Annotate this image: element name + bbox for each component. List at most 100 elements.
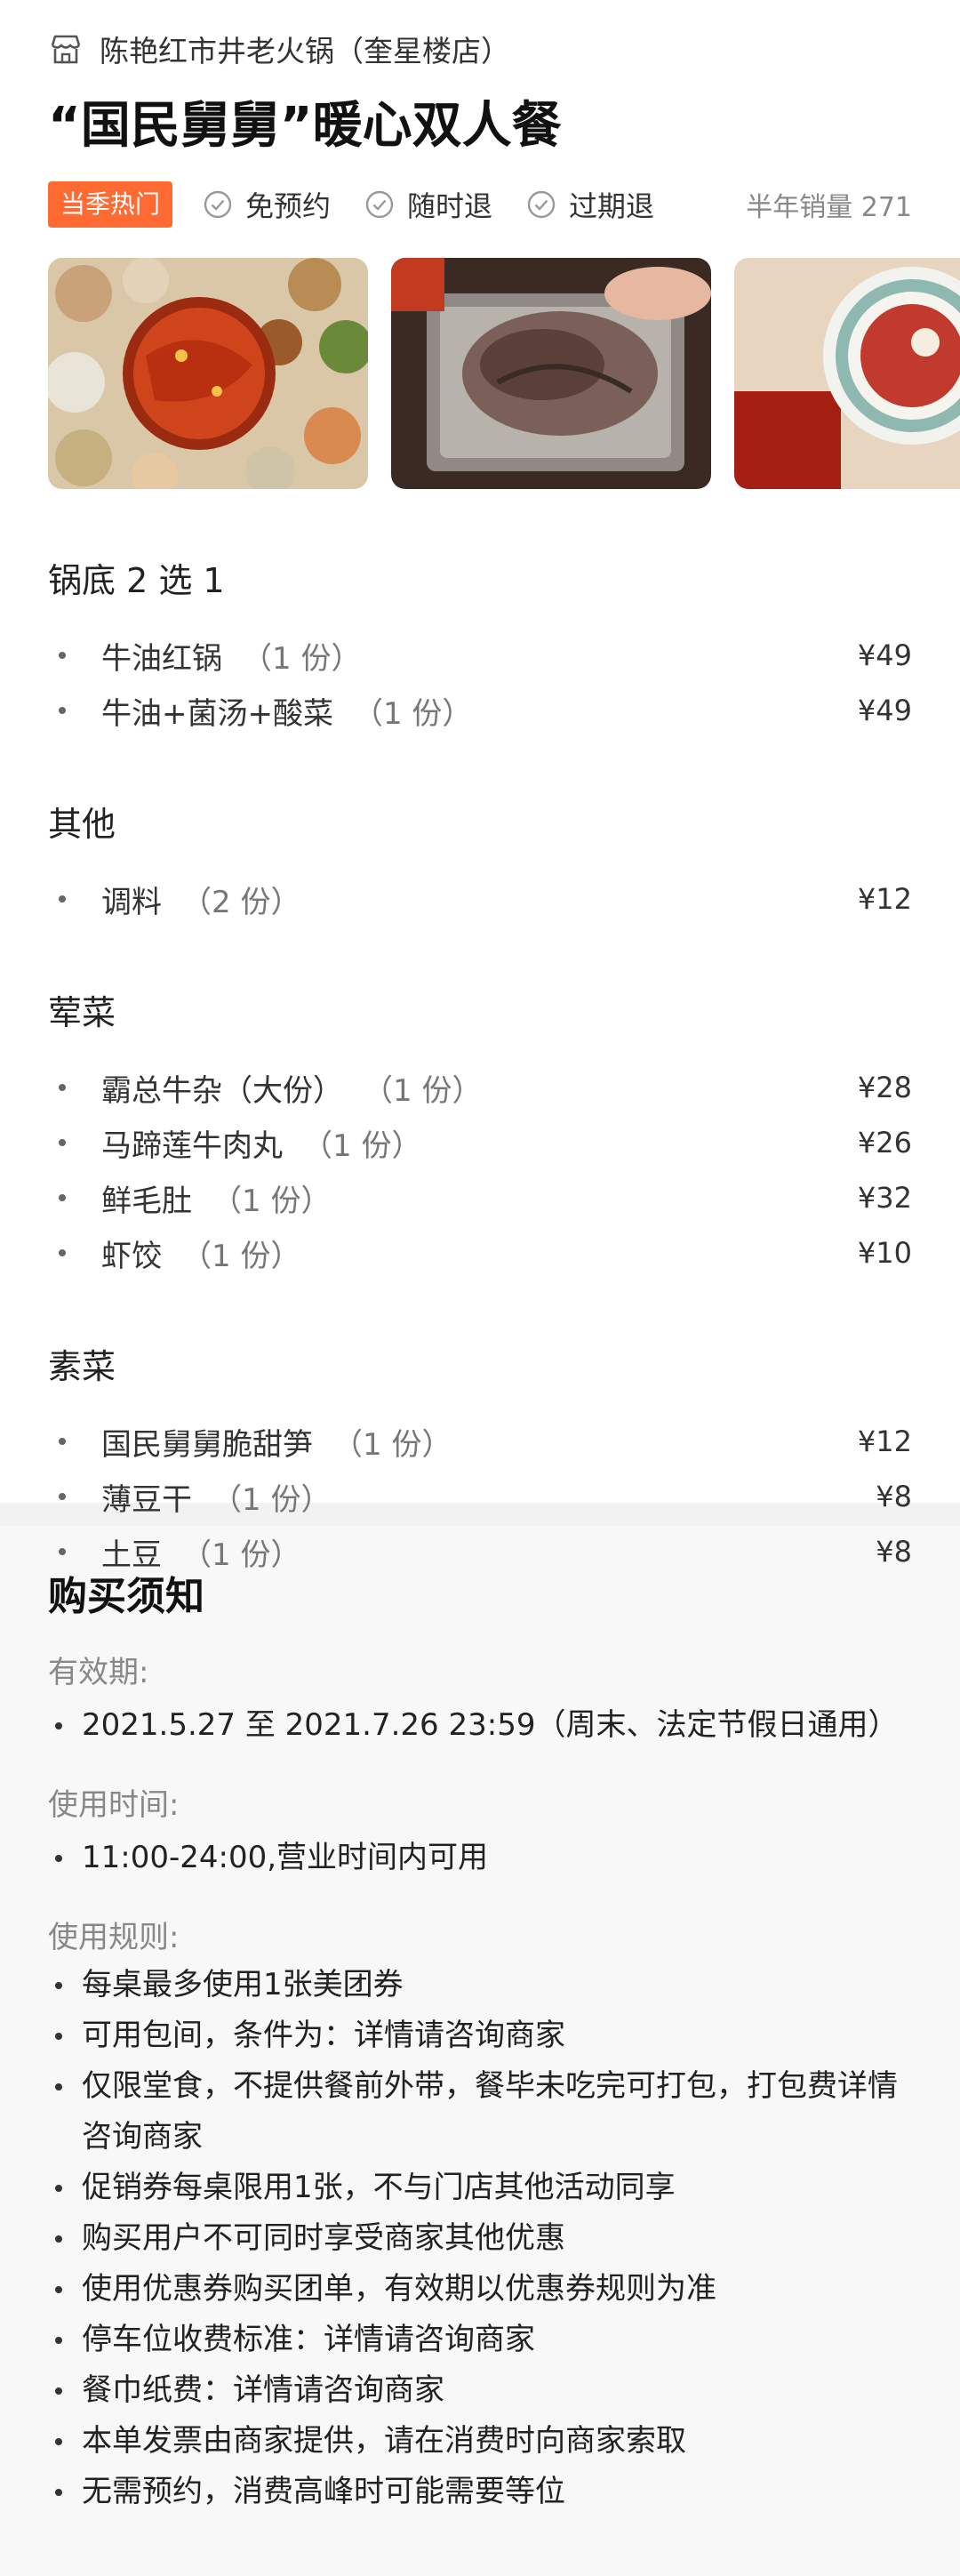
bullet xyxy=(55,2286,62,2293)
bullet xyxy=(55,2083,62,2090)
check-circle-icon xyxy=(204,190,232,219)
item-price: ¥8 xyxy=(876,1535,912,1569)
item-price: ¥28 xyxy=(857,1071,912,1104)
bullet xyxy=(59,1194,66,1201)
menu-item: 调料 （2 份） ¥12 xyxy=(48,871,912,927)
rule-item: 停车位收费标准：详情请咨询商家 xyxy=(48,2315,912,2365)
rule-item: 使用优惠券购买团单，有效期以优惠券规则为准 xyxy=(48,2264,912,2315)
bullet xyxy=(59,1139,66,1146)
store-name[interactable]: 陈艳红市井老火锅（奎星楼店） xyxy=(100,28,510,70)
menu-section-title: 荤菜 xyxy=(48,993,116,1032)
item-price: ¥8 xyxy=(876,1480,912,1513)
bullet xyxy=(59,707,66,714)
rule-item: 促销券每桌限用1张，不与门店其他活动同享 xyxy=(48,2163,912,2213)
item-qty: （1 份） xyxy=(302,1128,422,1164)
rule-text: 每桌最多使用1张美团券 xyxy=(82,1967,404,2002)
rule-text: 无需预约，消费高峰时可能需要等位 xyxy=(82,2474,565,2509)
rule-text: 促销券每桌限用1张，不与门店其他活动同享 xyxy=(82,2170,676,2205)
item-price: ¥32 xyxy=(857,1181,912,1215)
bullet xyxy=(55,2033,62,2040)
photo-gallery[interactable] xyxy=(48,258,960,489)
menu-item: 霸总牛杂（大份） （1 份） ¥28 xyxy=(48,1060,912,1115)
hotpot-photo[interactable] xyxy=(48,258,368,489)
hot-badge: 当季热门 xyxy=(48,181,173,228)
rules-label: 使用规则: xyxy=(48,1920,180,1955)
item-qty: （1 份） xyxy=(242,640,362,677)
item-price: ¥49 xyxy=(857,694,912,727)
item-qty: （1 份） xyxy=(363,1072,483,1109)
menu-section-title: 素菜 xyxy=(48,1347,116,1386)
item-price: ¥10 xyxy=(857,1236,912,1270)
item-name: 牛油红锅 xyxy=(101,640,222,677)
rule-item: 每桌最多使用1张美团券 xyxy=(48,1960,912,2010)
item-price: ¥12 xyxy=(857,882,912,916)
item-name: 虾饺 xyxy=(101,1238,162,1274)
validity-item: 2021.5.27 至 2021.7.26 23:59（周末、法定节假日通用） xyxy=(48,1700,912,1751)
store-icon xyxy=(51,35,81,64)
menu-section-list: 霸总牛杂（大份） （1 份） ¥28 马蹄莲牛肉丸 （1 份） ¥26 鲜毛肚 … xyxy=(48,1060,912,1280)
item-name: 薄豆干 xyxy=(101,1481,192,1518)
rule-text: 停车位收费标准：详情请咨询商家 xyxy=(82,2322,535,2357)
rules-list: 每桌最多使用1张美团券 可用包间，条件为：详情请咨询商家 仅限堂食，不提供餐前外… xyxy=(48,1960,912,2517)
item-name: 霸总牛杂（大份） xyxy=(101,1072,343,1109)
beef-tripe-photo[interactable] xyxy=(391,258,711,489)
feature-label: 随时退 xyxy=(407,189,493,223)
bullet xyxy=(59,1548,66,1555)
item-name: 土豆 xyxy=(101,1537,162,1573)
time-text: 11:00-24:00,营业时间内可用 xyxy=(82,1840,489,1875)
item-price: ¥12 xyxy=(857,1424,912,1458)
item-qty: （1 份） xyxy=(212,1183,332,1219)
bullet xyxy=(55,1982,62,1989)
check-circle-icon xyxy=(527,190,556,219)
menu-item: 牛油+菌汤+酸菜 （1 份） ¥49 xyxy=(48,683,912,738)
sales-count: 半年销量 271 xyxy=(746,192,912,223)
deal-title: “国民舅舅”暖心双人餐 xyxy=(48,97,562,155)
bullet xyxy=(59,1249,66,1256)
item-price: ¥26 xyxy=(857,1126,912,1160)
bullet xyxy=(55,2489,62,2496)
feature-label: 免预约 xyxy=(245,189,332,223)
item-name: 鲜毛肚 xyxy=(101,1183,192,1219)
store-link[interactable]: 陈艳红市井老火锅（奎星楼店） xyxy=(48,0,912,89)
item-name: 国民舅舅脆甜笋 xyxy=(101,1426,313,1463)
time-item: 11:00-24:00,营业时间内可用 xyxy=(48,1833,912,1883)
rule-text: 餐巾纸费：详情请咨询商家 xyxy=(82,2372,444,2408)
item-qty: （1 份） xyxy=(181,1537,301,1573)
rule-item: 本单发票由商家提供，请在消费时向商家索取 xyxy=(48,2416,912,2467)
item-qty: （1 份） xyxy=(352,695,473,732)
rule-item: 仅限堂食，不提供餐前外带，餐毕未吃完可打包，打包费详情咨询商家 xyxy=(48,2061,912,2163)
menu-section-list: 调料 （2 份） ¥12 xyxy=(48,871,912,927)
validity-text: 2021.5.27 至 2021.7.26 23:59（周末、法定节假日通用） xyxy=(82,1707,899,1743)
menu-item: 鲜毛肚 （1 份） ¥32 xyxy=(48,1170,912,1225)
item-qty: （1 份） xyxy=(181,1238,301,1274)
item-name: 调料 xyxy=(101,884,162,920)
rule-item: 购买用户不可同时享受商家其他优惠 xyxy=(48,2213,912,2264)
item-name: 马蹄莲牛肉丸 xyxy=(101,1128,283,1164)
feature-no-reservation: 免预约 xyxy=(203,184,331,225)
bullet xyxy=(55,2337,62,2344)
purchase-notice-card: 购买须知 有效期: 2021.5.27 至 2021.7.26 23:59（周末… xyxy=(0,1526,960,2576)
item-qty: （1 份） xyxy=(212,1481,332,1518)
rule-text: 可用包间，条件为：详情请咨询商家 xyxy=(82,2018,565,2053)
rule-text: 仅限堂食，不提供餐前外带，餐毕未吃完可打包，打包费详情咨询商家 xyxy=(82,2068,898,2155)
deal-header-card: 陈艳红市井老火锅（奎星楼店） “国民舅舅”暖心双人餐 当季热门 免预约 随时退 … xyxy=(0,0,960,1573)
beef-plate-photo[interactable] xyxy=(734,258,960,489)
menu-section-list: 国民舅舅脆甜笋 （1 份） ¥12 薄豆干 （1 份） ¥8 土豆 （1 份） … xyxy=(48,1414,912,1579)
item-qty: （1 份） xyxy=(332,1426,452,1463)
bullet xyxy=(59,1084,66,1091)
menu-item: 薄豆干 （1 份） ¥8 xyxy=(48,1469,912,1524)
bullet xyxy=(59,1438,66,1445)
rule-item: 餐巾纸费：详情请咨询商家 xyxy=(48,2365,912,2416)
bullet xyxy=(59,652,66,659)
bullet xyxy=(59,895,66,903)
bullet xyxy=(59,1493,66,1500)
menu-item: 国民舅舅脆甜笋 （1 份） ¥12 xyxy=(48,1414,912,1469)
check-circle-icon xyxy=(365,190,394,219)
feature-label: 过期退 xyxy=(569,189,655,223)
item-price: ¥49 xyxy=(857,638,912,672)
rule-text: 本单发票由商家提供，请在消费时向商家索取 xyxy=(82,2423,686,2459)
bullet xyxy=(55,2387,62,2395)
rule-item: 无需预约，消费高峰时可能需要等位 xyxy=(48,2467,912,2517)
time-label: 使用时间: xyxy=(48,1787,180,1823)
menu-item: 虾饺 （1 份） ¥10 xyxy=(48,1225,912,1280)
